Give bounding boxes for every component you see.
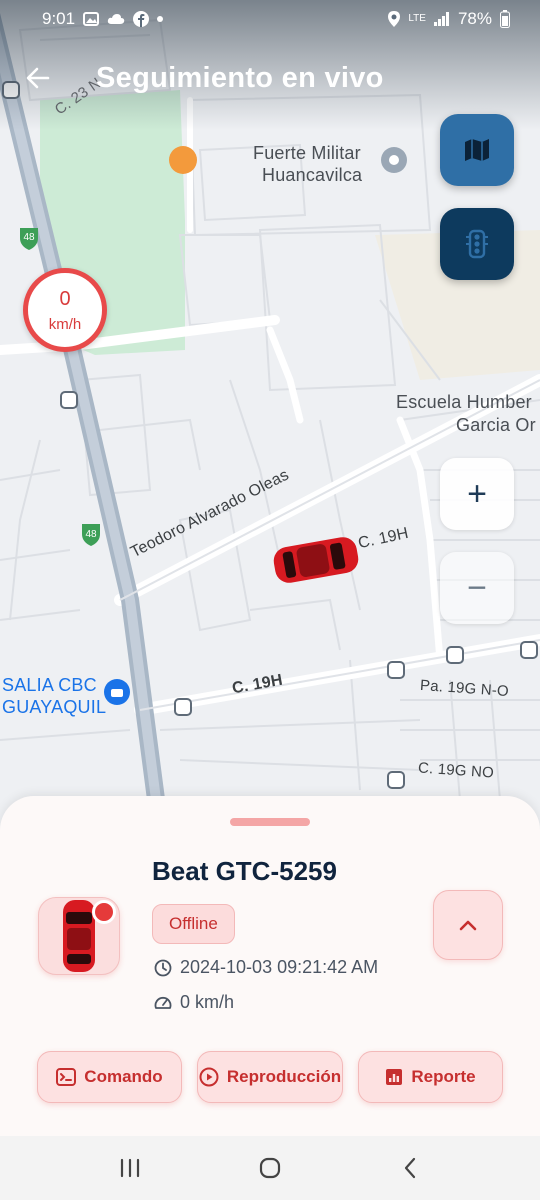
status-bar: 9:01 LTE 78% (0, 0, 540, 38)
command-button[interactable]: Comando (37, 1051, 182, 1103)
location-icon (388, 11, 401, 27)
battery-icon (500, 10, 510, 28)
terminal-icon (56, 1068, 77, 1086)
traffic-button[interactable] (440, 208, 514, 280)
play-circle-icon (199, 1067, 219, 1087)
status-dot (92, 900, 116, 924)
vehicle-bottom-sheet: Beat GTC-5259 Offline 2024-10-03 09:21:4… (0, 796, 540, 1136)
system-nav-bar (0, 1136, 540, 1200)
poi-label-line1: SALIA CBC (2, 675, 97, 695)
traffic-light-icon (466, 229, 488, 259)
clock-icon (154, 959, 172, 976)
speed-row: 0 km/h (154, 992, 234, 1013)
status-badge: Offline (152, 904, 235, 944)
poi-label-line1: Fuerte Militar (253, 143, 361, 163)
network-type: LTE (408, 13, 426, 24)
speed-text: 0 km/h (180, 992, 235, 1012)
battery-percent: 78% (457, 9, 492, 28)
back-button[interactable] (22, 62, 54, 94)
cloud-icon (107, 13, 125, 25)
zoom-out-button[interactable]: − (440, 552, 514, 624)
dot-icon (157, 16, 164, 22)
drag-handle[interactable] (230, 818, 310, 826)
home-icon (259, 1157, 281, 1179)
poi-label-line2: Huancavilca (262, 165, 363, 185)
home-button[interactable] (240, 1148, 300, 1188)
vehicle-name: Beat GTC-5259 (152, 856, 337, 886)
speed-gauge-value: 0 (59, 287, 71, 310)
zoom-in-button[interactable]: + (440, 458, 514, 530)
back-nav-button[interactable] (380, 1148, 440, 1188)
report-button-label: Reporte (411, 1067, 476, 1086)
speedometer-icon (154, 996, 172, 1009)
recent-apps-button[interactable] (100, 1148, 160, 1188)
map-view[interactable]: 48 48 C. 23 N Fuerte Militar Huancavilca… (0, 0, 540, 830)
playback-button[interactable]: Reproducción (197, 1051, 343, 1103)
vehicle-marker (273, 537, 359, 583)
map-type-button[interactable] (440, 114, 514, 186)
school-label-line1: Escuela Humber (396, 392, 532, 412)
poi-label-line2: GUAYAQUIL (2, 697, 107, 717)
map-icon (465, 139, 489, 161)
expand-button[interactable] (433, 890, 503, 960)
arrow-left-icon (26, 67, 50, 89)
status-time: 9:01 (42, 9, 76, 28)
svg-text:48: 48 (23, 232, 35, 243)
report-chart-icon (386, 1069, 403, 1085)
school-label-line2: Garcia Or (456, 415, 536, 435)
page-title: Seguimiento en vivo (96, 62, 384, 94)
command-button-label: Comando (84, 1067, 163, 1086)
timestamp-row: 2024-10-03 09:21:42 AM (154, 957, 378, 978)
svg-text:48: 48 (85, 529, 97, 540)
speed-gauge: 0 km/h (23, 268, 107, 352)
speed-gauge-unit: km/h (48, 315, 82, 333)
timestamp-text: 2024-10-03 09:21:42 AM (180, 957, 379, 977)
recent-apps-icon (120, 1158, 140, 1178)
playback-button-label: Reproducción (226, 1067, 342, 1086)
image-icon (83, 12, 100, 26)
report-button[interactable]: Reporte (358, 1051, 503, 1103)
signal-icon (433, 12, 450, 26)
chevron-up-icon (459, 920, 477, 931)
chevron-left-icon (404, 1157, 416, 1179)
facebook-icon (133, 11, 150, 27)
app-header: Seguimiento en vivo (0, 50, 540, 110)
